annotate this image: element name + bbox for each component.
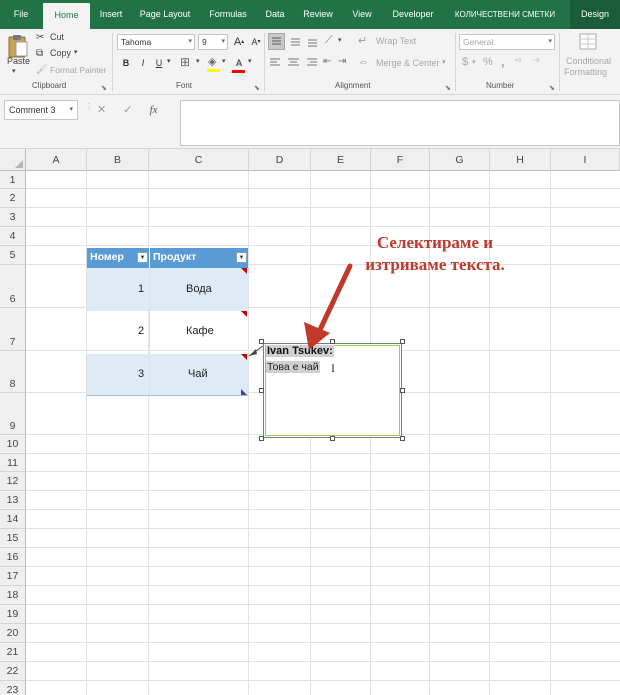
annotation-line-1: Селектираме и: [376, 233, 494, 252]
annotation-line-2: изтриваме текста.: [365, 255, 505, 274]
excel-window: File Home Insert Page Layout Formulas Da…: [0, 0, 620, 695]
annotation-text: Селектираме и изтриваме текста.: [335, 232, 535, 276]
annotation-arrow-icon: [304, 263, 353, 350]
